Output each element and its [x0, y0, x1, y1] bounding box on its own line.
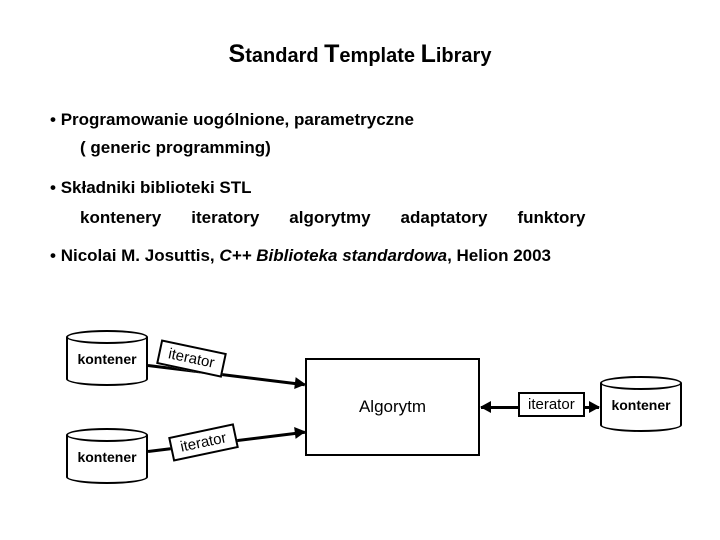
component-algorytmy: algorytmy	[289, 208, 370, 228]
bullet-list: Programowanie uogólnione, parametryczne …	[50, 110, 690, 266]
algorithm-box: Algorytm	[305, 358, 480, 456]
bullet-generic-programming-sub: ( generic programming)	[80, 138, 690, 158]
container-cylinder-right: kontener	[600, 376, 682, 432]
component-kontenery: kontenery	[80, 208, 161, 228]
bullet-components: Składniki biblioteki STL	[50, 178, 690, 198]
component-iteratory: iteratory	[191, 208, 259, 228]
arrow-top-left-to-algo	[148, 364, 305, 386]
iterator-tag-right: iterator	[518, 392, 585, 417]
component-adaptatory: adaptatory	[401, 208, 488, 228]
bullet-generic-programming: Programowanie uogólnione, parametryczne	[50, 110, 690, 130]
bullet-reference: Nicolai M. Josuttis, C++ Biblioteka stan…	[50, 246, 690, 266]
container-cylinder-top-left: kontener	[66, 330, 148, 386]
container-cylinder-bottom-left: kontener	[66, 428, 148, 484]
component-funktory: funktory	[517, 208, 585, 228]
slide-title: Standard Template Library	[0, 40, 720, 69]
iterator-tag-bottom-left: iterator	[168, 423, 238, 461]
components-row: kontenery iteratory algorytmy adaptatory…	[80, 208, 690, 228]
stl-diagram: kontener kontener kontener Algorytm iter…	[40, 330, 690, 520]
